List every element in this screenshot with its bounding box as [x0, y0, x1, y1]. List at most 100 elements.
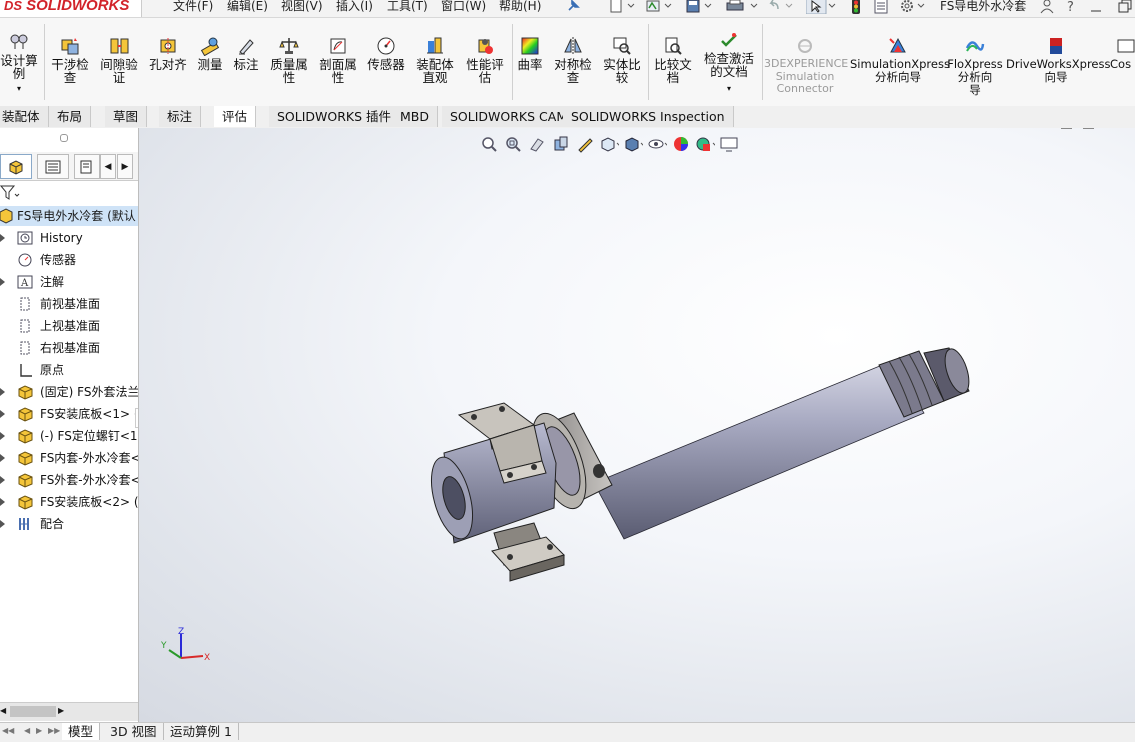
mass-properties-button[interactable]: 质量属 性: [266, 18, 312, 84]
simulationxpress-button[interactable]: SimulationXpress 分析向导: [850, 18, 950, 84]
section-properties-button[interactable]: 剖面属 性: [316, 18, 360, 84]
open-icon[interactable]: [645, 0, 673, 14]
tab-model[interactable]: 模型: [62, 723, 101, 740]
tree-item[interactable]: 右视基准面: [0, 338, 138, 358]
costing-button[interactable]: Cos: [1110, 18, 1135, 71]
tree-item[interactable]: FS安装底板<1> (: [0, 404, 138, 424]
tab-layout[interactable]: 布局: [49, 106, 92, 127]
previous-view-icon[interactable]: [527, 134, 547, 154]
apply-scene-icon[interactable]: [695, 134, 715, 154]
bottom-scroll-prev-icon[interactable]: ◀: [24, 726, 30, 735]
expand-arrow-icon[interactable]: [0, 234, 5, 242]
options-gear-icon[interactable]: [899, 0, 929, 14]
menu-edit[interactable]: 编辑(E): [227, 0, 268, 14]
viewport-next-icon[interactable]: [1083, 128, 1095, 133]
scroll-right-arrow[interactable]: ▶: [58, 706, 66, 718]
minimize-window-icon[interactable]: [1090, 0, 1102, 14]
restore-window-icon[interactable]: [1118, 0, 1132, 14]
edit-appearance-icon[interactable]: [671, 134, 691, 154]
menu-insert[interactable]: 插入(I): [336, 0, 373, 14]
tree-item[interactable]: (固定) FS外套法兰: [0, 382, 138, 402]
view-orientation-icon[interactable]: [599, 134, 619, 154]
save-icon[interactable]: [685, 0, 713, 14]
display-style-icon[interactable]: [623, 134, 643, 154]
dynamic-annotation-view-icon[interactable]: [575, 134, 595, 154]
panel-tab-scroll-left[interactable]: ◀: [100, 154, 116, 179]
interference-check-button[interactable]: 干涉检 查: [48, 18, 92, 84]
tree-item[interactable]: 前视基准面: [0, 294, 138, 314]
tab-mbd[interactable]: MBD: [392, 106, 438, 127]
expand-arrow-icon[interactable]: [0, 388, 5, 396]
view-settings-icon[interactable]: [719, 134, 739, 154]
bottom-scroll-first-icon[interactable]: ◀◀: [2, 726, 14, 735]
tree-item[interactable]: 上视基准面: [0, 316, 138, 336]
filter-button[interactable]: [0, 184, 22, 205]
tab-assembly[interactable]: 装配体: [0, 106, 49, 127]
markup-button[interactable]: 标注: [230, 18, 262, 71]
tree-item[interactable]: A 注解: [0, 272, 138, 292]
property-manager-tab[interactable]: [37, 154, 69, 179]
driveworksxpress-button[interactable]: DriveWorksXpress 向导: [1006, 18, 1110, 84]
assembly-3d-model[interactable]: [424, 343, 984, 583]
floxpress-button[interactable]: FloXpress 分析向 导: [946, 18, 1004, 97]
solidworks-logo[interactable]: DS SOLIDWORKS: [0, 0, 142, 17]
check-active-document-button[interactable]: 检查激活 的文档 ▾: [700, 18, 758, 95]
expand-arrow-icon[interactable]: [0, 498, 5, 506]
tree-item[interactable]: FS安装底板<2> (: [0, 492, 138, 512]
tree-item[interactable]: 传感器: [0, 250, 138, 270]
expand-arrow-icon[interactable]: [0, 520, 5, 528]
menu-help[interactable]: 帮助(H): [499, 0, 541, 14]
print-icon[interactable]: [725, 0, 761, 14]
hide-show-items-icon[interactable]: [647, 134, 667, 154]
traffic-light-icon[interactable]: [850, 0, 862, 14]
zoom-to-area-icon[interactable]: [503, 134, 523, 154]
expand-arrow-icon[interactable]: [0, 476, 5, 484]
expand-arrow-icon[interactable]: [0, 432, 5, 440]
performance-evaluation-button[interactable]: 性能评 估: [462, 18, 508, 84]
design-study-button[interactable]: 设计算 例 ▾: [0, 18, 38, 95]
menu-tools[interactable]: 工具(T): [387, 0, 428, 14]
viewport-minimize-icon[interactable]: [1105, 128, 1117, 133]
tree-root-assembly[interactable]: FS导电外水冷套 (默认: [0, 206, 138, 226]
tree-horizontal-scrollbar[interactable]: ◀ ▶: [0, 702, 138, 721]
viewport-prev-icon[interactable]: [1061, 128, 1073, 133]
graphics-area[interactable]: Z X Y: [139, 128, 1135, 722]
tab-sketch[interactable]: 草图: [105, 106, 148, 127]
tree-item[interactable]: 配合: [0, 514, 138, 534]
scroll-left-arrow[interactable]: ◀: [0, 706, 8, 718]
tab-solidworks-inspection[interactable]: SOLIDWORKS Inspection: [563, 106, 734, 127]
tab-3d-views[interactable]: 3D 视图: [104, 723, 164, 740]
expand-arrow-icon[interactable]: [0, 278, 5, 286]
menu-file[interactable]: 文件(F): [173, 0, 213, 14]
tree-item[interactable]: 原点: [0, 360, 138, 380]
viewport-restore-icon[interactable]: [1123, 128, 1135, 133]
curvature-button[interactable]: 曲率: [514, 18, 546, 71]
tree-item[interactable]: FS内套-外水冷套<: [0, 448, 138, 468]
tab-evaluate[interactable]: 评估: [214, 106, 257, 127]
select-cursor-icon[interactable]: [806, 0, 836, 14]
panel-splitter-handle[interactable]: [60, 134, 68, 142]
section-view-icon[interactable]: [551, 134, 571, 154]
sensor-button[interactable]: 传感器: [364, 18, 408, 71]
pin-icon[interactable]: [566, 0, 580, 14]
menu-view[interactable]: 视图(V): [281, 0, 323, 14]
new-document-icon[interactable]: [608, 0, 636, 14]
tab-solidworks-cam[interactable]: SOLIDWORKS CAM: [442, 106, 577, 127]
clearance-verification-button[interactable]: 间隙验 证: [97, 18, 141, 84]
bottom-scroll-next-icon[interactable]: ▶: [36, 726, 42, 735]
tree-item[interactable]: (-) FS定位螺钉<1: [0, 426, 138, 446]
measure-button[interactable]: 测量: [194, 18, 226, 71]
hole-alignment-button[interactable]: 孔对齐: [146, 18, 190, 71]
expand-arrow-icon[interactable]: [0, 410, 5, 418]
tab-solidworks-addins[interactable]: SOLIDWORKS 插件: [269, 106, 401, 127]
compare-documents-button[interactable]: 比较文 档: [650, 18, 696, 84]
bottom-scroll-last-icon[interactable]: ▶▶: [48, 726, 60, 735]
scroll-thumb[interactable]: [10, 706, 56, 717]
compare-bodies-button[interactable]: 实体比 较: [600, 18, 644, 84]
tab-markup[interactable]: 标注: [159, 106, 202, 127]
menu-window[interactable]: 窗口(W): [441, 0, 486, 14]
file-properties-icon[interactable]: [873, 0, 889, 14]
tab-motion-study-1[interactable]: 运动算例 1: [164, 723, 239, 740]
configuration-manager-tab[interactable]: [74, 154, 100, 179]
tree-item[interactable]: History: [0, 228, 138, 248]
